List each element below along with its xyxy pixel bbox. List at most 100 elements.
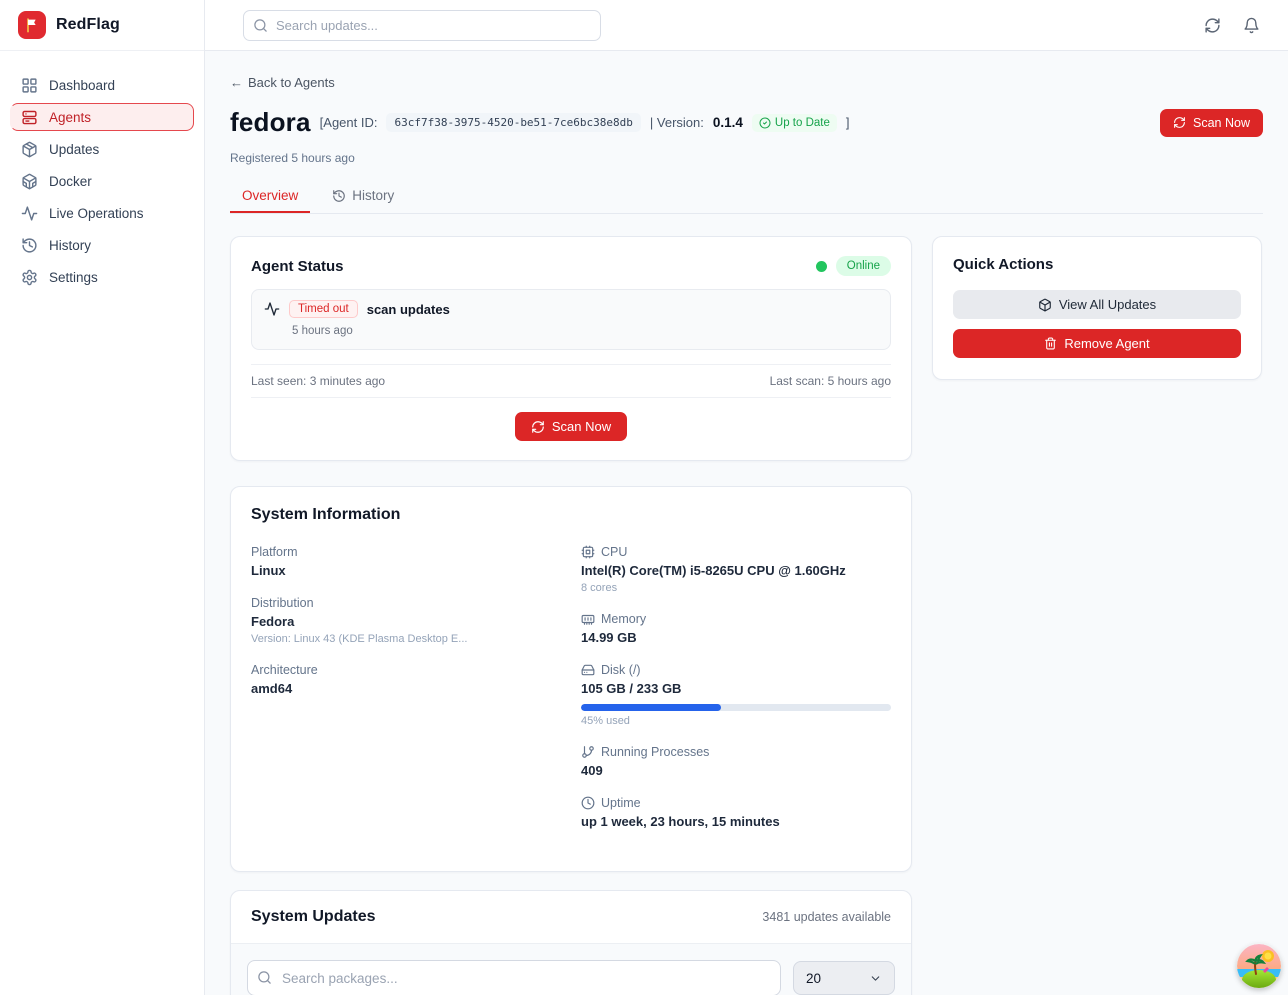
hard-drive-icon — [581, 663, 595, 677]
system-info-grid: Platform Linux Distribution Fedora Versi… — [251, 545, 891, 847]
sidebar-item-label: Docker — [49, 174, 92, 189]
scan-now-label: Scan Now — [1193, 116, 1250, 130]
disk-group: Disk (/) 105 GB / 233 GB 45% used — [581, 663, 891, 727]
system-updates-card: System Updates 3481 updates available 20 — [230, 890, 912, 995]
sidebar-item-settings[interactable]: Settings — [10, 263, 194, 291]
sidebar-item-live-operations[interactable]: Live Operations — [10, 199, 194, 227]
gear-icon — [21, 269, 38, 286]
package-icon — [1038, 298, 1052, 312]
platform-value: Linux — [251, 563, 581, 578]
online-badge: Online — [836, 256, 891, 276]
agent-status-title: Agent Status — [251, 258, 344, 275]
sidebar-item-label: Updates — [49, 142, 99, 157]
disk-progress-fill — [581, 704, 721, 711]
up-to-date-label: Up to Date — [775, 117, 830, 129]
memory-group: Memory 14.99 GB — [581, 612, 891, 645]
agent-title-row: fedora [Agent ID: 63cf7f38-3975-4520-be5… — [230, 107, 1263, 138]
refresh-icon — [1173, 116, 1186, 129]
sidebar-item-updates[interactable]: Updates — [10, 135, 194, 163]
disk-value: 105 GB / 233 GB — [581, 681, 891, 696]
system-updates-header: System Updates 3481 updates available — [231, 891, 911, 944]
page-size-select[interactable]: 20 — [793, 961, 895, 995]
agent-title-group: fedora [Agent ID: 63cf7f38-3975-4520-be5… — [230, 107, 850, 138]
distribution-label: Distribution — [251, 596, 581, 610]
back-to-agents-link[interactable]: ← Back to Agents — [230, 75, 335, 90]
sidebar-item-dashboard[interactable]: Dashboard — [10, 71, 194, 99]
history-icon — [332, 189, 346, 203]
agent-name: fedora — [230, 107, 311, 138]
agent-id-value: 63cf7f38-3975-4520-be51-7ce6bc38e8db — [386, 113, 640, 132]
tab-history-label: History — [352, 188, 394, 203]
tab-history[interactable]: History — [320, 182, 406, 213]
right-column: Quick Actions View All Updates Remove Ag… — [932, 236, 1262, 380]
island-floating-button[interactable] — [1237, 944, 1281, 988]
version-value: 0.1.4 — [713, 115, 743, 130]
view-all-updates-button[interactable]: View All Updates — [953, 290, 1241, 319]
distribution-value: Fedora — [251, 614, 581, 629]
brand-header: RedFlag — [0, 0, 204, 51]
left-column: Agent Status Online Timed out scan updat… — [230, 236, 912, 995]
sidebar-item-label: Agents — [49, 110, 91, 125]
system-information-card: System Information Platform Linux Distri… — [230, 486, 912, 872]
disk-progress-track — [581, 704, 891, 711]
uptime-group: Uptime up 1 week, 23 hours, 15 minutes — [581, 796, 891, 829]
sidebar-item-docker[interactable]: Docker — [10, 167, 194, 195]
event-time: 5 hours ago — [292, 325, 878, 337]
disk-label: Disk (/) — [601, 663, 641, 677]
agent-id-label: [Agent ID: — [320, 115, 378, 130]
page-size-value: 20 — [806, 971, 821, 986]
refresh-icon[interactable] — [1204, 17, 1221, 34]
cpu-label: CPU — [601, 545, 627, 559]
event-text: scan updates — [367, 302, 450, 317]
registered-text: Registered 5 hours ago — [230, 151, 1263, 165]
scan-now-button-top[interactable]: Scan Now — [1160, 109, 1263, 137]
main-content: ← Back to Agents fedora [Agent ID: 63cf7… — [205, 51, 1288, 995]
architecture-group: Architecture amd64 — [251, 663, 581, 696]
last-scan-text: Last scan: 5 hours ago — [770, 374, 891, 388]
system-updates-title: System Updates — [251, 908, 376, 926]
search-icon — [253, 18, 268, 33]
cpu-icon — [581, 545, 595, 559]
uptime-value: up 1 week, 23 hours, 15 minutes — [581, 814, 891, 829]
scan-now-button-card[interactable]: Scan Now — [515, 412, 627, 441]
search-icon — [257, 970, 272, 985]
package-search — [247, 960, 781, 995]
sidebar-item-history[interactable]: History — [10, 231, 194, 259]
quick-actions-title: Quick Actions — [953, 256, 1241, 273]
package-search-input[interactable] — [247, 960, 781, 995]
remove-agent-button[interactable]: Remove Agent — [953, 329, 1241, 358]
remove-agent-label: Remove Agent — [1064, 336, 1149, 351]
quick-actions-card: Quick Actions View All Updates Remove Ag… — [932, 236, 1262, 380]
memory-label: Memory — [601, 612, 646, 626]
processes-group: Running Processes 409 — [581, 745, 891, 778]
flag-icon — [24, 17, 40, 33]
search-input[interactable] — [243, 10, 601, 41]
sidebar-nav: Dashboard Agents Updates Docker Live Ope… — [0, 51, 204, 291]
processes-value: 409 — [581, 763, 891, 778]
redflag-logo[interactable] — [18, 11, 46, 39]
global-search — [243, 10, 601, 41]
sidebar-item-label: Dashboard — [49, 78, 115, 93]
version-label: | Version: — [650, 115, 704, 130]
check-circle-icon — [759, 117, 771, 129]
server-icon — [21, 109, 38, 126]
cpu-group: CPU Intel(R) Core(TM) i5-8265U CPU @ 1.6… — [581, 545, 891, 594]
chevron-down-icon — [869, 972, 882, 985]
sidebar-item-agents[interactable]: Agents — [10, 103, 194, 131]
disk-used-label: 45% used — [581, 715, 891, 727]
trash-icon — [1044, 337, 1057, 350]
cpu-value: Intel(R) Core(TM) i5-8265U CPU @ 1.60GHz — [581, 563, 891, 578]
processes-label: Running Processes — [601, 745, 709, 759]
last-event-box: Timed out scan updates 5 hours ago — [251, 289, 891, 350]
system-info-left: Platform Linux Distribution Fedora Versi… — [251, 545, 581, 847]
distribution-version: Version: Linux 43 (KDE Plasma Desktop E.… — [251, 633, 581, 645]
cpu-cores: 8 cores — [581, 582, 891, 594]
sidebar-item-label: History — [49, 238, 91, 253]
activity-icon — [264, 301, 280, 317]
event-line: Timed out scan updates — [264, 300, 878, 318]
tab-overview[interactable]: Overview — [230, 182, 310, 213]
view-all-updates-label: View All Updates — [1059, 297, 1156, 312]
system-information-title: System Information — [251, 506, 891, 524]
bell-icon[interactable] — [1243, 17, 1260, 34]
sidebar: RedFlag Dashboard Agents Updates Docker … — [0, 0, 205, 995]
